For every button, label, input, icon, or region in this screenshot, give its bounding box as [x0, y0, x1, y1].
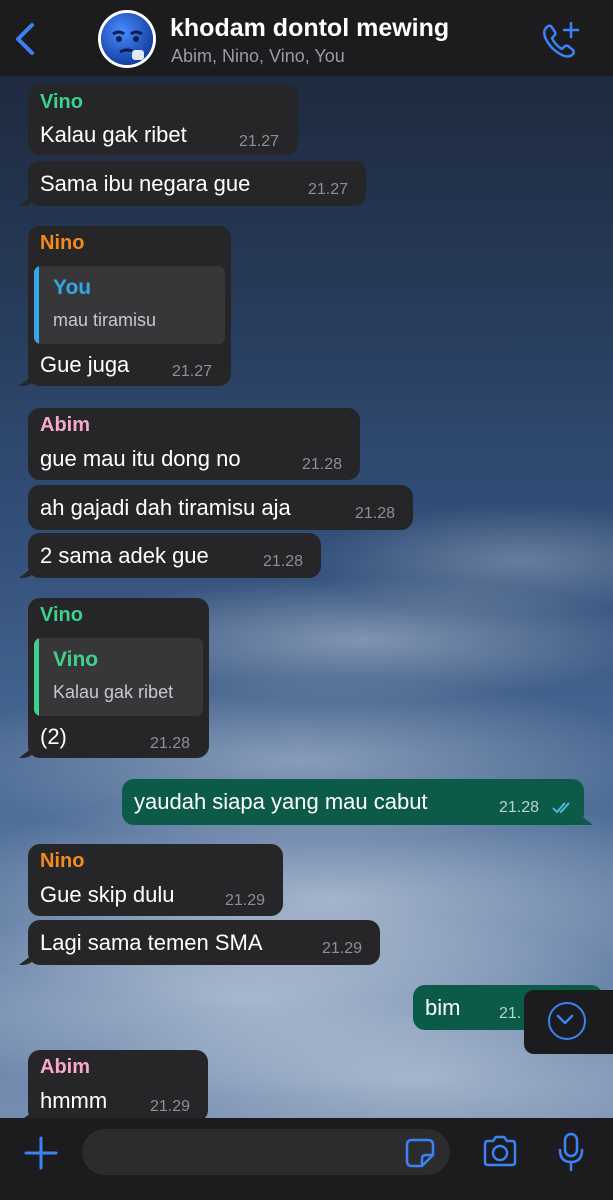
message-sender: Abim	[40, 1056, 90, 1078]
message-bubble[interactable]: Nino Gue skip dulu 21.29	[28, 844, 283, 916]
message-text: gue mau itu dong no	[40, 446, 241, 471]
message-bubble[interactable]: Abim gue mau itu dong no 21.28	[28, 408, 360, 480]
sticker-button[interactable]	[404, 1137, 436, 1169]
sticker-icon	[405, 1138, 435, 1168]
message-text: Gue juga	[40, 352, 130, 377]
message-text: yaudah siapa yang mau cabut	[134, 789, 428, 814]
message-text: 2 sama adek gue	[40, 543, 209, 568]
message-text: (2)	[40, 724, 67, 749]
message-sender: Vino	[40, 604, 83, 626]
voice-message-button[interactable]	[556, 1131, 586, 1173]
group-call-button[interactable]	[540, 20, 582, 60]
quoted-message[interactable]: Vino Kalau gak ribet	[34, 638, 203, 716]
message-time: 21.29	[225, 892, 266, 909]
quote-text: mau tiramisu	[53, 310, 157, 330]
mic-icon	[558, 1132, 584, 1172]
attach-button[interactable]	[22, 1134, 60, 1172]
quote-sender: You	[53, 276, 92, 299]
message-text: Gue skip dulu	[40, 882, 175, 907]
chat-participants[interactable]: Abim, Nino, Vino, You	[171, 46, 345, 67]
message-text: Sama ibu negara gue	[40, 171, 251, 196]
message-sender: Abim	[40, 414, 90, 436]
composer-bar	[0, 1118, 613, 1200]
back-button[interactable]	[12, 22, 42, 56]
quote-sender: Vino	[53, 648, 99, 671]
message-time: 21.	[499, 1005, 522, 1022]
chat-title[interactable]: khodam dontol mewing	[170, 14, 449, 43]
message-time: 21.28	[499, 799, 540, 816]
scroll-to-bottom-button[interactable]	[524, 990, 613, 1054]
message-bubble[interactable]: Vino Kalau gak ribet 21.27	[28, 85, 298, 155]
message-time: 21.28	[263, 553, 304, 570]
message-time: 21.28	[150, 735, 191, 752]
message-text: hmmm	[40, 1088, 108, 1113]
group-avatar[interactable]	[98, 10, 156, 68]
message-text: bim	[425, 995, 461, 1020]
message-bubble[interactable]: ah gajadi dah tiramisu aja 21.28	[28, 485, 413, 530]
chat-header: khodam dontol mewing Abim, Nino, Vino, Y…	[0, 0, 613, 76]
message-time: 21.29	[322, 940, 363, 957]
message-time: 21.27	[239, 133, 280, 150]
message-bubble-outgoing[interactable]: yaudah siapa yang mau cabut 21.28	[122, 779, 584, 825]
chevron-left-icon	[16, 23, 34, 55]
message-time: 21.28	[302, 456, 343, 473]
message-bubble[interactable]: Nino You mau tiramisu Gue juga 21.27	[28, 226, 231, 386]
message-time: 21.28	[355, 505, 396, 522]
message-sender: Nino	[40, 850, 85, 872]
message-input[interactable]	[82, 1129, 450, 1175]
message-bubble[interactable]: Vino Vino Kalau gak ribet (2) 21.28	[28, 598, 209, 758]
quote-text: Kalau gak ribet	[53, 682, 174, 702]
camera-icon	[483, 1135, 517, 1167]
camera-button[interactable]	[480, 1134, 520, 1170]
message-time: 21.29	[150, 1098, 191, 1115]
scroll-circle	[548, 1002, 586, 1040]
quote-bar	[34, 266, 39, 344]
message-bubble[interactable]: Sama ibu negara gue 21.27	[28, 161, 366, 206]
message-bubble[interactable]: 2 sama adek gue 21.28	[28, 533, 321, 578]
message-text: ah gajadi dah tiramisu aja	[40, 495, 291, 520]
message-bubble[interactable]: Abim hmmm 21.29	[28, 1050, 208, 1122]
avatar-face-icon	[101, 13, 153, 65]
message-sender: Nino	[40, 232, 85, 254]
message-bubble[interactable]: Lagi sama temen SMA 21.29	[28, 920, 380, 965]
message-text: Kalau gak ribet	[40, 122, 187, 147]
double-check-icon	[552, 802, 570, 814]
quoted-message[interactable]: You mau tiramisu	[34, 266, 225, 344]
chevron-down-icon	[556, 1014, 574, 1025]
plus-icon	[24, 1136, 58, 1170]
message-text: Lagi sama temen SMA	[40, 930, 263, 955]
message-sender: Vino	[40, 91, 83, 113]
quote-bar	[34, 638, 39, 716]
message-time: 21.27	[308, 181, 349, 198]
phone-plus-icon	[542, 21, 580, 58]
message-time: 21.27	[172, 363, 213, 380]
